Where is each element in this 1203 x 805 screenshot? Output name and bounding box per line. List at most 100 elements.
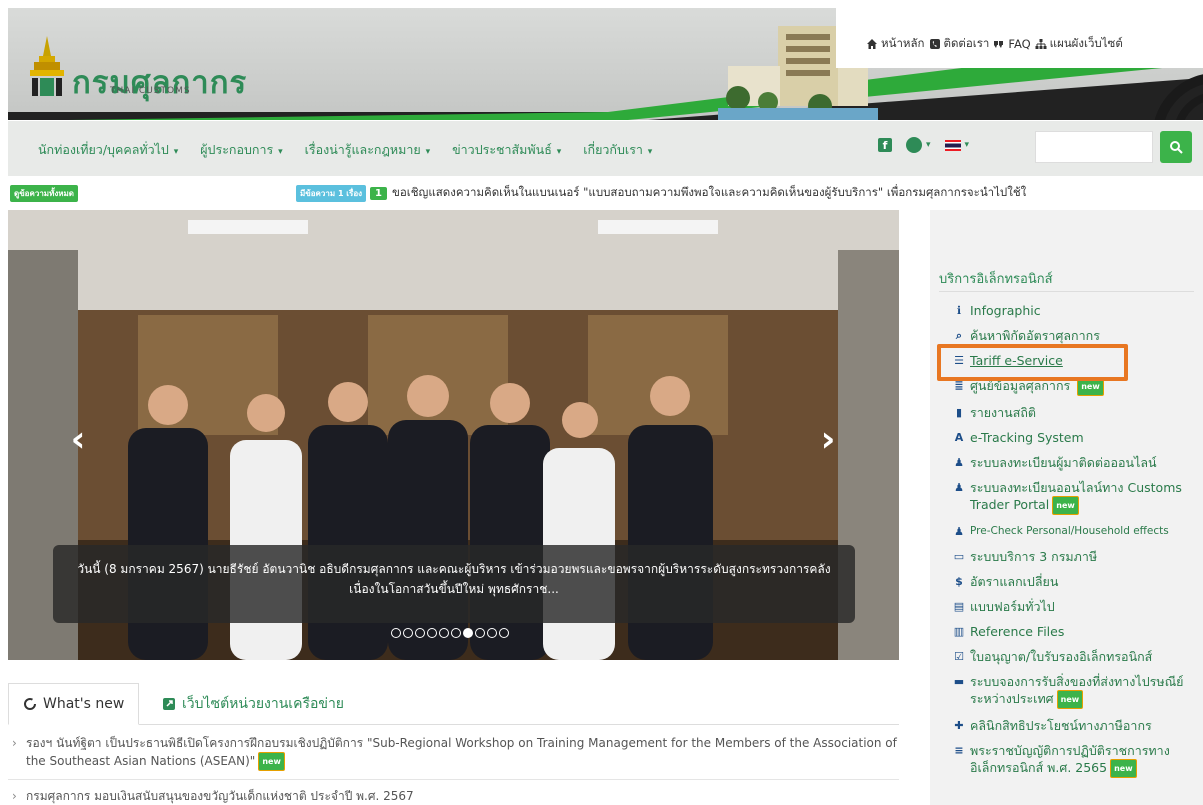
slider-dot[interactable]	[427, 628, 437, 638]
nav-item-knowledge-law[interactable]: เรื่องน่ารู้และกฎหมาย ▾	[305, 140, 430, 160]
search-icon: ⌕	[955, 328, 963, 342]
nav-item-operators[interactable]: ผู้ประกอบการ ▾	[200, 140, 282, 160]
slider-dot[interactable]	[415, 628, 425, 638]
caret-down-icon: ▾	[275, 147, 283, 157]
top-link-contact[interactable]: ติดต่อเรา	[929, 20, 990, 68]
top-link-sitemap[interactable]: แผนผังเว็บไซต์	[1035, 20, 1123, 68]
phone-icon	[929, 39, 940, 49]
facebook-icon[interactable]: f	[878, 138, 892, 152]
panel-title: บริการอิเล็กทรอนิกส์	[939, 272, 1053, 287]
caret-down-icon: ▾	[926, 140, 931, 150]
decorative-swirl	[1154, 74, 1203, 120]
emblem-icon	[30, 36, 64, 96]
service-label: พระราชบัญญัติการปฏิบัติราชการทางอิเล็กทร…	[970, 743, 1170, 775]
tracking-icon: A	[954, 430, 964, 444]
service-label: แบบฟอร์มทั่วไป	[970, 599, 1055, 614]
service-label: รายงานสถิติ	[970, 405, 1037, 420]
main-nav: นักท่องเที่ยว/บุคคลทั่วไป ▾ ผู้ประกอบการ…	[8, 120, 1203, 176]
checkbox-icon: ☑	[954, 649, 964, 663]
news-item[interactable]: กรมศุลกากร มอบเงินสนับสนุนของขวัญวันเด็ก…	[8, 788, 899, 805]
service-label: Pre-Check Personal/Household effects	[970, 525, 1169, 537]
new-badge: new	[1052, 496, 1079, 515]
service-item-trader-portal[interactable]: ♟ ระบบลงทะเบียนออนไลน์ทาง Customs Trader …	[952, 479, 1203, 515]
faq-link-label: FAQ	[1008, 37, 1031, 51]
news-title: กรมศุลกากร มอบเงินสนับสนุนของขวัญวันเด็ก…	[26, 789, 414, 803]
slider-dot[interactable]	[487, 628, 497, 638]
user-icon: ♟	[954, 455, 964, 469]
tab-label: เว็บไซต์หน่วยงานเครือข่าย	[182, 696, 345, 712]
tab-network-sites[interactable]: เว็บไซต์หน่วยงานเครือข่าย	[148, 683, 358, 725]
slider-next-arrow[interactable]: ›	[813, 422, 843, 458]
new-badge: new	[258, 752, 285, 771]
slider-dots	[391, 628, 509, 638]
ticker-text[interactable]: ขอเชิญแสดงความคิดเห็นในแบนเนอร์ "แบบสอบถ…	[392, 184, 1026, 202]
bar-chart-icon: ▮	[955, 405, 963, 419]
service-label: ใบอนุญาต/ใบรับรองอิเล็กทรอนิกส์	[970, 649, 1153, 664]
service-item-exchange-rate[interactable]: $ อัตราแลกเปลี่ยน	[952, 573, 1203, 590]
announcement-ticker: ดูข้อความทั้งหมด มีข้อความ 1 เรื่อง 1 ขอ…	[0, 182, 1203, 204]
service-item-infographic[interactable]: ℹ Infographic	[952, 302, 1203, 319]
service-item-3-tax-departments[interactable]: ▭ ระบบบริการ 3 กรมภาษี	[952, 548, 1203, 565]
news-title: รองฯ นันท์ฐิตา เป็นประธานพิธีเปิดโครงการ…	[26, 736, 897, 768]
message-count-badge: มีข้อความ 1 เรื่อง	[296, 184, 367, 202]
page: กรมศุลกากร THAI CUSTOMS หน้าหลัก ติดต่อเ…	[0, 0, 1203, 805]
slider-dot[interactable]	[499, 628, 509, 638]
user-check-icon: ♟	[954, 524, 964, 538]
service-item-statistics[interactable]: ▮ รายงานสถิติ	[952, 404, 1203, 421]
service-label: e-Tracking System	[970, 430, 1084, 445]
slider-dot[interactable]	[403, 628, 413, 638]
service-item-general-forms[interactable]: ▤ แบบฟอร์มทั่วไป	[952, 598, 1203, 615]
nav-item-label: ข่าวประชาสัมพันธ์	[452, 142, 552, 157]
service-item-tariff-search[interactable]: ⌕ ค้นหาพิกัดอัตราศุลกากร	[952, 327, 1203, 344]
nav-item-label: เรื่องน่ารู้และกฎหมาย	[304, 142, 421, 157]
search-input[interactable]	[1035, 131, 1153, 163]
service-label: Infographic	[970, 303, 1041, 318]
caret-down-icon: ▾	[553, 147, 562, 157]
service-item-reference-files[interactable]: ▥ Reference Files	[952, 623, 1203, 640]
contact-link-label: ติดต่อเรา	[943, 36, 990, 50]
new-badge: new	[1110, 759, 1137, 778]
refresh-icon	[24, 698, 36, 710]
globe-icon	[906, 137, 922, 153]
news-item[interactable]: รองฯ นันท์ฐิตา เป็นประธานพิธีเปิดโครงการ…	[8, 735, 899, 780]
external-link-icon	[163, 698, 175, 710]
tab-whats-new[interactable]: What's new	[8, 683, 140, 725]
view-all-messages-button[interactable]: ดูข้อความทั้งหมด	[10, 184, 78, 202]
top-link-faq[interactable]: FAQ	[993, 20, 1031, 68]
new-badge: new	[1056, 690, 1084, 709]
service-label: Reference Files	[970, 624, 1065, 639]
top-link-home[interactable]: หน้าหลัก	[866, 20, 925, 68]
slider-dot[interactable]	[439, 628, 449, 638]
info-icon: ℹ	[956, 303, 962, 317]
slider-dot[interactable]	[451, 628, 461, 638]
service-item-postal-booking[interactable]: ▬ ระบบจองการรับสิ่งของที่ส่งทางไปรษณีย์ระ…	[952, 673, 1203, 709]
language-dropdown[interactable]: ▾	[906, 137, 931, 153]
flag-dropdown[interactable]: ▾	[944, 139, 970, 151]
search-icon	[1170, 141, 1183, 154]
slider-dot[interactable]	[391, 628, 401, 638]
slider-prev-arrow[interactable]: ‹	[63, 422, 93, 458]
nav-item-tourists[interactable]: นักท่องเที่ยว/บุคคลทั่วไป ▾	[38, 140, 178, 160]
monitor-icon: ▭	[953, 549, 965, 563]
home-icon	[867, 39, 877, 49]
slide-caption[interactable]: วันนี้ (8 มกราคม 2567) นายธีรัชย์ อัตนวา…	[53, 545, 855, 623]
service-item-digital-gov-act[interactable]: ≡ พระราชบัญญัติการปฏิบัติราชการทางอิเล็กท…	[952, 742, 1203, 778]
slider-dot[interactable]	[475, 628, 485, 638]
message-number-badge: 1	[370, 186, 388, 200]
users-icon: ♟	[954, 480, 964, 494]
service-item-e-licenses[interactable]: ☑ ใบอนุญาต/ใบรับรองอิเล็กทรอนิกส์	[952, 648, 1203, 665]
service-item-e-tracking[interactable]: Ae-Tracking System	[952, 429, 1203, 446]
home-link-label: หน้าหลัก	[881, 36, 925, 50]
service-item-pre-check[interactable]: ♟ Pre-Check Personal/Household effects	[952, 523, 1203, 540]
nav-item-about[interactable]: เกี่ยวกับเรา ▾	[583, 140, 652, 160]
nav-item-label: เกี่ยวกับเรา	[583, 142, 643, 157]
sitemap-link-label: แผนผังเว็บไซต์	[1049, 36, 1123, 50]
caret-down-icon: ▾	[964, 140, 970, 150]
quote-icon	[994, 41, 1004, 48]
service-item-visitor-registration[interactable]: ♟ ระบบลงทะเบียนผู้มาติดต่อออนไลน์	[952, 454, 1203, 471]
caret-down-icon: ▾	[422, 147, 431, 157]
search-button[interactable]	[1160, 131, 1192, 163]
service-item-tax-clinic[interactable]: ✚ คลินิกสิทธิประโยชน์ทางภาษีอากร	[952, 717, 1203, 734]
slider-dot-active[interactable]	[463, 628, 473, 638]
nav-item-news[interactable]: ข่าวประชาสัมพันธ์ ▾	[452, 140, 561, 160]
